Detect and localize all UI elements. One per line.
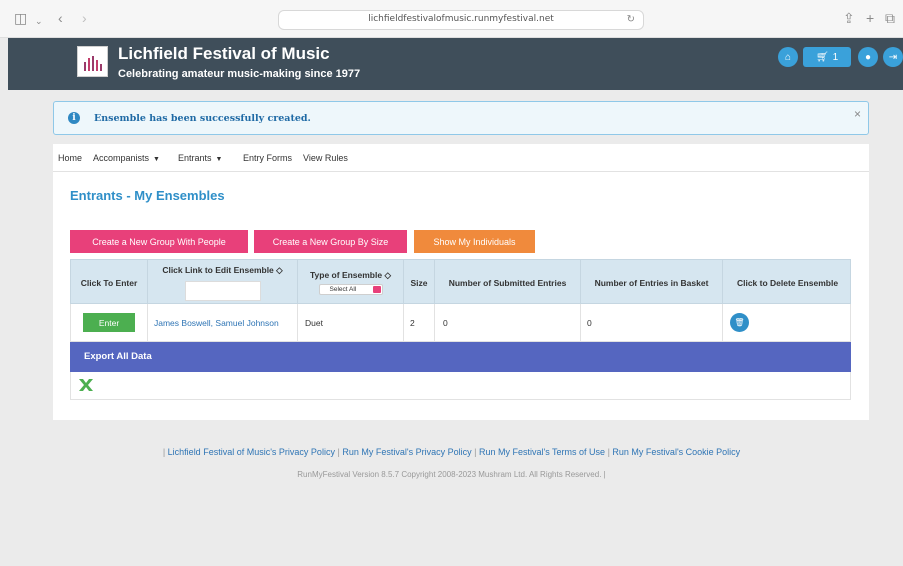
create-group-with-people-button[interactable]: Create a New Group With People [70,230,248,253]
page-title: Entrants - My Ensembles [70,188,225,203]
copyright-text: RunMyFestival Version 8.5.7 Copyright 20… [297,470,606,479]
col-edit-ensemble-label: Click Link to Edit Ensemble ◇ [162,265,283,275]
footer-link-rmf-privacy[interactable]: Run My Festival's Privacy Policy [342,447,471,457]
main-panel: Entrants - My Ensembles Create a New Gro… [53,172,869,420]
nav-accompanists[interactable]: Accompanists ▼ [93,153,160,163]
export-bar: Export All Data [70,342,851,372]
home-icon-button[interactable]: ⌂ [778,47,798,67]
cell-delete: 🗑︎ [723,304,852,341]
table-row: Enter James Boswell, Samuel Johnson Duet… [70,304,851,342]
reload-icon[interactable]: ↻ [627,14,635,25]
footer-separator: | [607,447,610,457]
export-all-data-label: Export All Data [84,351,152,362]
footer-link-rmf-terms[interactable]: Run My Festival's Terms of Use [479,447,605,457]
type-filter-value: Select All [329,286,357,293]
nav-entrants-label: Entrants [178,153,212,163]
forward-icon[interactable]: › [82,10,87,26]
alert-message: Ensemble has been successfully created. [94,113,311,124]
new-tab-icon[interactable]: + [866,10,874,26]
close-alert-icon[interactable]: × [854,107,861,121]
cell-submitted: 0 [435,304,581,341]
tabs-overview-icon[interactable]: ⧉ [885,10,895,26]
share-icon[interactable]: ⇪ [843,10,855,26]
basket-button[interactable]: 🛒︎ 1 [803,47,851,67]
cell-ensemble: James Boswell, Samuel Johnson [148,304,298,341]
site-title: Lichfield Festival of Music [118,44,330,63]
export-row [70,372,851,400]
footer-separator: | [474,447,477,457]
col-type-label: Type of Ensemble ◇ [309,270,391,280]
url-text: lichfieldfestivalofmusic.runmyfestival.n… [368,14,554,24]
main-nav: Home Accompanists ▼ Entrants ▼ Entry Forms… [53,144,869,172]
back-icon[interactable]: ‹ [58,10,63,26]
col-size: Size [404,260,435,305]
nav-home[interactable]: Home [58,153,82,163]
cell-size: 2 [404,304,435,341]
cell-in-basket: 0 [581,304,723,341]
cart-icon: 🛒︎ [815,51,829,63]
enter-button[interactable]: Enter [83,313,135,332]
chevron-down-icon: ▼ [153,156,160,163]
basket-count: 1 [832,51,839,63]
address-bar[interactable]: lichfieldfestivalofmusic.runmyfestival.n… [278,10,644,30]
tab-menu-chevron-icon[interactable]: ⌄ [35,13,43,29]
cell-type: Duet [298,304,404,341]
chevron-down-icon: ▼ [215,156,223,163]
ensemble-filter-input[interactable] [184,281,261,301]
footer-link-rmf-cookie[interactable]: Run My Festival's Cookie Policy [612,447,740,457]
col-type-of-ensemble[interactable]: Type of Ensemble ◇ Select All [298,260,404,305]
footer-separator: | [162,447,166,457]
trash-icon: 🗑︎ [734,318,745,327]
user-icon-button[interactable]: ● [858,47,878,67]
col-entries-in-basket: Number of Entries in Basket [581,260,723,305]
festival-logo[interactable] [77,46,108,77]
nav-entrants[interactable]: Entrants ▼ [178,153,222,163]
table-header: Click To Enter Click Link to Edit Ensemb… [70,259,851,305]
create-group-by-size-button[interactable]: Create a New Group By Size [254,230,407,253]
nav-accompanists-label: Accompanists [93,153,150,163]
logout-icon-button[interactable]: ⇥ [883,47,903,67]
footer-separator: | [337,447,340,457]
excel-export-icon[interactable] [77,376,95,394]
site-tagline: Celebrating amateur music-making since 1… [118,68,361,80]
info-icon: i [68,112,80,124]
footer-link-festival-privacy[interactable]: Lichfield Festival of Music's Privacy Po… [168,447,335,457]
edit-ensemble-link[interactable]: James Boswell, Samuel Johnson [154,318,279,328]
browser-toolbar: ◫ ⌄ ‹ › lichfieldfestivalofmusic.runmyfe… [0,0,903,38]
col-edit-ensemble[interactable]: Click Link to Edit Ensemble ◇ [148,260,298,305]
nav-view-rules[interactable]: View Rules [303,153,348,163]
nav-entry-forms[interactable]: Entry Forms [243,153,292,163]
footer-links: | Lichfield Festival of Music's Privacy … [0,447,903,457]
delete-ensemble-button[interactable]: 🗑︎ [730,313,749,332]
col-submitted-entries: Number of Submitted Entries [435,260,581,305]
success-alert: i Ensemble has been successfully created… [53,101,869,135]
sidebar-toggle-icon[interactable]: ◫ [14,10,27,26]
site-header: Lichfield Festival of Music Celebrating … [8,38,903,90]
dropdown-arrow-icon [372,286,381,293]
show-individuals-button[interactable]: Show My Individuals [414,230,535,253]
col-click-to-enter: Click To Enter [71,260,148,305]
col-delete-ensemble: Click to Delete Ensemble [736,277,839,288]
cell-enter: Enter [71,304,148,341]
type-filter-select[interactable]: Select All [318,284,383,295]
